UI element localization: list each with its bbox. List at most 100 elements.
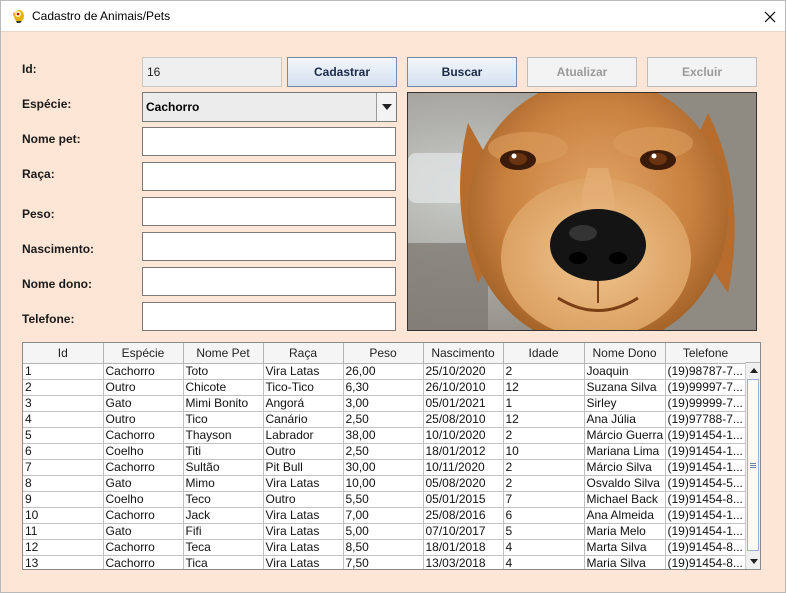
table-cell[interactable]: 11 bbox=[23, 523, 104, 540]
table-cell[interactable]: 4 bbox=[23, 411, 104, 428]
table-cell[interactable]: 12 bbox=[503, 379, 585, 396]
table-row[interactable]: 4 Outro Tico Canário 2,50 25/08/2010 12 Ana Júl… bbox=[23, 411, 747, 428]
table-cell[interactable]: 10 bbox=[503, 443, 585, 460]
table-cell[interactable]: Mimo bbox=[183, 475, 264, 492]
peso-field[interactable] bbox=[142, 197, 396, 226]
table-cell[interactable]: (19)91454-1... bbox=[665, 523, 747, 540]
table-cell[interactable]: Tico bbox=[183, 411, 264, 428]
table-cell[interactable]: Coelho bbox=[103, 491, 184, 508]
column-header[interactable]: Nome Pet bbox=[183, 343, 264, 364]
table-cell[interactable]: 10 bbox=[23, 507, 104, 524]
scroll-down-icon[interactable] bbox=[746, 554, 760, 569]
table-row[interactable]: 10 Cachorro Jack Vira Latas 7,00 25/08/2016 6 A… bbox=[23, 507, 747, 524]
table-cell[interactable]: Sultão bbox=[183, 459, 264, 476]
table-cell[interactable]: (19)91454-8... bbox=[665, 539, 747, 556]
table-cell[interactable]: Outro bbox=[263, 491, 344, 508]
table-cell[interactable]: Osvaldo Silva bbox=[584, 475, 666, 492]
especie-select[interactable]: Cachorro bbox=[142, 92, 397, 122]
table-cell[interactable]: 5,00 bbox=[343, 523, 424, 540]
table-cell[interactable]: (19)91454-1... bbox=[665, 459, 747, 476]
column-header[interactable]: Nome Dono bbox=[584, 343, 666, 364]
table-row[interactable]: 1 Cachorro Toto Vira Latas 26,00 25/10/2020 2 J… bbox=[23, 363, 747, 380]
table-cell[interactable]: (19)91454-1... bbox=[665, 443, 747, 460]
table-cell[interactable]: 2 bbox=[503, 459, 585, 476]
table-cell[interactable]: Gato bbox=[103, 475, 184, 492]
table-cell[interactable]: (19)91454-1... bbox=[665, 427, 747, 444]
table-cell[interactable]: 6 bbox=[23, 443, 104, 460]
table-row[interactable]: 3 Gato Mimi Bonito Angorá 3,00 05/01/2021 1 Sir… bbox=[23, 395, 747, 412]
table-row[interactable]: 7 Cachorro Sultão Pit Bull 30,00 10/11/2020 2 M… bbox=[23, 459, 747, 476]
table-cell[interactable]: 18/01/2012 bbox=[423, 443, 504, 460]
table-cell[interactable]: 1 bbox=[23, 363, 104, 380]
table-cell[interactable]: 13/03/2018 bbox=[423, 555, 504, 569]
table-row[interactable]: 13 Cachorro Tica Vira Latas 7,50 13/03/2018 4 M… bbox=[23, 555, 747, 569]
nascimento-field[interactable] bbox=[142, 232, 396, 261]
table-cell[interactable]: Márcio Guerra bbox=[584, 427, 666, 444]
table-cell[interactable]: 6 bbox=[503, 507, 585, 524]
table-cell[interactable]: Ana Almeida bbox=[584, 507, 666, 524]
table-cell[interactable]: Michael Back bbox=[584, 491, 666, 508]
table-cell[interactable]: 2 bbox=[503, 363, 585, 380]
table-cell[interactable]: 4 bbox=[503, 539, 585, 556]
table-cell[interactable]: 05/08/2020 bbox=[423, 475, 504, 492]
table-cell[interactable]: 30,00 bbox=[343, 459, 424, 476]
column-header[interactable]: Telefone bbox=[665, 343, 747, 364]
table-cell[interactable]: Toto bbox=[183, 363, 264, 380]
table-cell[interactable]: 26/10/2010 bbox=[423, 379, 504, 396]
table-cell[interactable]: Pit Bull bbox=[263, 459, 344, 476]
close-icon[interactable] bbox=[755, 4, 785, 30]
chevron-down-icon[interactable] bbox=[376, 93, 396, 121]
table-cell[interactable]: 25/08/2016 bbox=[423, 507, 504, 524]
table-cell[interactable]: Labrador bbox=[263, 427, 344, 444]
nome-pet-field[interactable] bbox=[142, 127, 396, 156]
table-cell[interactable]: 25/10/2020 bbox=[423, 363, 504, 380]
telefone-field[interactable] bbox=[142, 302, 396, 331]
table-cell[interactable]: 5,50 bbox=[343, 491, 424, 508]
table-cell[interactable]: 10/11/2020 bbox=[423, 459, 504, 476]
table-cell[interactable]: Teco bbox=[183, 491, 264, 508]
table-cell[interactable]: 18/01/2018 bbox=[423, 539, 504, 556]
column-header[interactable]: Id bbox=[23, 343, 104, 364]
table-cell[interactable]: 7,50 bbox=[343, 555, 424, 569]
buscar-button[interactable]: Buscar bbox=[407, 57, 517, 87]
table-cell[interactable]: 26,00 bbox=[343, 363, 424, 380]
table-cell[interactable]: Fifi bbox=[183, 523, 264, 540]
cadastrar-button[interactable]: Cadastrar bbox=[287, 57, 397, 87]
table-cell[interactable]: 8,50 bbox=[343, 539, 424, 556]
table-cell[interactable]: 07/10/2017 bbox=[423, 523, 504, 540]
column-header[interactable]: Raça bbox=[263, 343, 344, 364]
table-cell[interactable]: Vira Latas bbox=[263, 523, 344, 540]
table-cell[interactable]: 10,00 bbox=[343, 475, 424, 492]
table-cell[interactable]: 5 bbox=[23, 427, 104, 444]
table-cell[interactable]: Cachorro bbox=[103, 539, 184, 556]
table-cell[interactable]: Jack bbox=[183, 507, 264, 524]
table-row[interactable]: 2 Outro Chicote Tico-Tico 6,30 26/10/2010 12 Su… bbox=[23, 379, 747, 396]
table-cell[interactable]: Cachorro bbox=[103, 427, 184, 444]
raca-field[interactable] bbox=[142, 162, 396, 191]
table-cell[interactable]: 5 bbox=[503, 523, 585, 540]
table-cell[interactable]: Maria Melo bbox=[584, 523, 666, 540]
table-cell[interactable]: 7 bbox=[503, 491, 585, 508]
column-header[interactable]: Peso bbox=[343, 343, 424, 364]
table-cell[interactable]: 05/01/2021 bbox=[423, 395, 504, 412]
table-cell[interactable]: 1 bbox=[503, 395, 585, 412]
table-row[interactable]: 12 Cachorro Teca Vira Latas 8,50 18/01/2018 4 M… bbox=[23, 539, 747, 556]
table-cell[interactable]: 7,00 bbox=[343, 507, 424, 524]
table-cell[interactable]: 2,50 bbox=[343, 443, 424, 460]
table-cell[interactable]: (19)91454-5... bbox=[665, 475, 747, 492]
table-cell[interactable]: Cachorro bbox=[103, 459, 184, 476]
table-cell[interactable]: Cachorro bbox=[103, 507, 184, 524]
table-cell[interactable]: Márcio Silva bbox=[584, 459, 666, 476]
table-cell[interactable]: Outro bbox=[103, 379, 184, 396]
table-cell[interactable]: Gato bbox=[103, 523, 184, 540]
table-cell[interactable]: (19)99997-7... bbox=[665, 379, 747, 396]
table-cell[interactable]: 6,30 bbox=[343, 379, 424, 396]
table-cell[interactable]: 9 bbox=[23, 491, 104, 508]
table-cell[interactable]: 13 bbox=[23, 555, 104, 569]
table-cell[interactable]: Tico-Tico bbox=[263, 379, 344, 396]
table-cell[interactable]: 8 bbox=[23, 475, 104, 492]
table-cell[interactable]: 12 bbox=[503, 411, 585, 428]
table-cell[interactable]: Gato bbox=[103, 395, 184, 412]
table-row[interactable]: 9 Coelho Teco Outro 5,50 05/01/2015 7 Michael B… bbox=[23, 491, 747, 508]
nome-dono-field[interactable] bbox=[142, 267, 396, 296]
